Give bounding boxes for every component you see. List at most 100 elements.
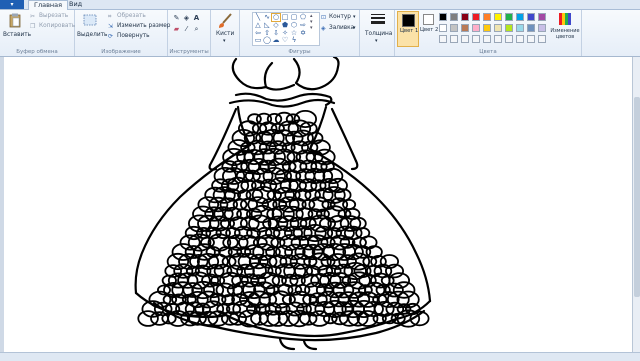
curve-shape-icon[interactable]: ∿: [263, 14, 271, 21]
color-swatch[interactable]: [439, 13, 447, 21]
color-swatch[interactable]: [461, 24, 469, 32]
color-swatch[interactable]: [450, 24, 458, 32]
empty-color-slot[interactable]: [505, 35, 513, 43]
color-swatch[interactable]: [538, 13, 546, 21]
size-label: Толщина: [365, 31, 393, 37]
outline-icon: ⊡: [321, 14, 327, 21]
app-menu-button[interactable]: ▾: [0, 0, 24, 9]
color-swatch[interactable]: [472, 13, 480, 21]
right-triangle-shape-icon[interactable]: ◺: [263, 22, 271, 29]
paste-icon: [9, 13, 21, 28]
clipboard-group-label: Буфер обмена: [16, 49, 58, 55]
color-swatch[interactable]: [527, 24, 535, 32]
empty-color-slot[interactable]: [516, 35, 524, 43]
color-swatch[interactable]: [516, 24, 524, 32]
callout-shape-icon[interactable]: ▭: [254, 37, 262, 44]
pencil-icon[interactable]: ✎: [172, 14, 181, 22]
color2-button[interactable]: Цвет 2: [419, 11, 438, 45]
brush-icon: [219, 13, 232, 28]
empty-color-slot[interactable]: [439, 35, 447, 43]
brushes-group: Кисти ▾: [211, 10, 240, 56]
diamond-shape-icon[interactable]: ◇: [272, 22, 280, 29]
oval-shape-icon[interactable]: ○: [271, 13, 281, 22]
color-swatch[interactable]: [516, 13, 524, 21]
outline-button[interactable]: ⊡ Контур ▾: [321, 14, 359, 22]
color-picker-icon[interactable]: ⁄: [182, 25, 191, 33]
copy-icon: ❐: [30, 23, 36, 30]
color-swatch[interactable]: [494, 24, 502, 32]
vertical-scrollbar[interactable]: [632, 57, 640, 352]
paste-button[interactable]: Вставить: [2, 12, 31, 42]
color-swatch[interactable]: [494, 13, 502, 21]
line-shape-icon[interactable]: ╲: [254, 14, 262, 21]
empty-color-slot[interactable]: [527, 35, 535, 43]
rounded-rectangle-shape-icon[interactable]: ▢: [290, 14, 298, 21]
color-swatch[interactable]: [505, 13, 513, 21]
shapes-group-label: Фигуры: [288, 49, 311, 55]
color1-button[interactable]: Цвет 1: [397, 11, 419, 47]
color-swatch[interactable]: [450, 13, 458, 21]
shapes-group: ╲ ∿ ○ □ ▢ ⬠ △ ◺ ◇ ⬟ ⬡ ⇨ ⇦ ⇧ ⇩ ✧ ☆ ✡ ▭ ◯ …: [240, 10, 360, 56]
hexagon-shape-icon[interactable]: ⬡: [290, 22, 298, 29]
brushes-button[interactable]: Кисти ▾: [212, 12, 238, 48]
six-point-star-shape-icon[interactable]: ✡: [299, 30, 307, 37]
color-swatch[interactable]: [505, 24, 513, 32]
lightning-shape-icon[interactable]: ϟ: [290, 37, 298, 44]
resize-icon: ⇲: [108, 23, 114, 30]
color-swatch[interactable]: [439, 24, 447, 32]
color2-swatch: [423, 14, 434, 25]
crop-button[interactable]: ⌗ Обрезать: [108, 13, 166, 21]
tab-view[interactable]: Вид: [64, 0, 87, 9]
cut-button[interactable]: ✂ Вырезать: [30, 13, 72, 21]
tools-group: ✎ ◈ A ▰ ⁄ ⌕ Инструменты: [168, 10, 211, 56]
color-swatch[interactable]: [483, 24, 491, 32]
outline-label: Контур: [329, 14, 351, 20]
magnifier-icon[interactable]: ⌕: [192, 25, 201, 33]
empty-color-slot[interactable]: [472, 35, 480, 43]
tools-group-label: Инструменты: [169, 49, 209, 55]
triangle-shape-icon[interactable]: △: [254, 22, 262, 29]
color-swatch[interactable]: [483, 13, 491, 21]
pentagon-shape-icon[interactable]: ⬟: [281, 22, 289, 29]
colors-group-label: Цвета: [479, 49, 497, 55]
fill-button[interactable]: ◈ Заливка ▾: [321, 25, 359, 33]
polygon-shape-icon[interactable]: ⬠: [299, 14, 307, 21]
clipboard-group: Вставить ✂ Вырезать ❐ Копировать Буфер о…: [0, 10, 75, 56]
color-swatch[interactable]: [461, 13, 469, 21]
heart-shape-icon[interactable]: ♡: [281, 37, 289, 44]
select-button[interactable]: Выделить: [77, 12, 107, 42]
resize-label: Изменить размер: [117, 23, 171, 29]
line-thickness-icon: [371, 14, 385, 24]
fill-bucket-icon[interactable]: ◈: [182, 14, 191, 22]
empty-color-slot[interactable]: [450, 35, 458, 43]
edit-colors-label: Изменение цветов: [550, 28, 580, 40]
empty-color-slot[interactable]: [483, 35, 491, 43]
workspace: [0, 57, 632, 352]
size-button[interactable]: Толщина ▾: [362, 12, 392, 48]
edit-colors-button[interactable]: Изменение цветов: [549, 11, 581, 47]
drawing-canvas[interactable]: [4, 57, 632, 352]
eraser-icon[interactable]: ▰: [172, 25, 181, 33]
cloud-callout-shape-icon[interactable]: ☁: [272, 37, 280, 44]
empty-color-slot[interactable]: [538, 35, 546, 43]
color-swatch[interactable]: [538, 24, 546, 32]
empty-color-slot[interactable]: [461, 35, 469, 43]
rotate-button[interactable]: ⟳ Повернуть: [108, 33, 166, 41]
text-tool-icon[interactable]: A: [192, 14, 201, 22]
vertical-scrollbar-thumb[interactable]: [634, 97, 640, 297]
shapes-scroll-buttons[interactable]: ▴ ▾ ▾: [310, 13, 316, 43]
empty-color-slot[interactable]: [494, 35, 502, 43]
copy-button[interactable]: ❐ Копировать: [30, 23, 75, 31]
color-swatch[interactable]: [472, 24, 480, 32]
size-dropdown-icon: ▾: [375, 38, 378, 44]
rectangle-shape-icon[interactable]: □: [281, 14, 289, 21]
right-arrow-shape-icon[interactable]: ⇨: [299, 22, 307, 29]
fill-label: Заливка: [329, 25, 355, 31]
color1-swatch: [402, 14, 415, 27]
rotate-icon: ⟳: [108, 33, 114, 40]
color-swatch[interactable]: [527, 13, 535, 21]
tab-home[interactable]: Главная: [28, 0, 69, 10]
scissors-icon: ✂: [30, 13, 36, 20]
resize-button[interactable]: ⇲ Изменить размер: [108, 23, 171, 31]
oval-callout-shape-icon[interactable]: ◯: [263, 37, 271, 44]
